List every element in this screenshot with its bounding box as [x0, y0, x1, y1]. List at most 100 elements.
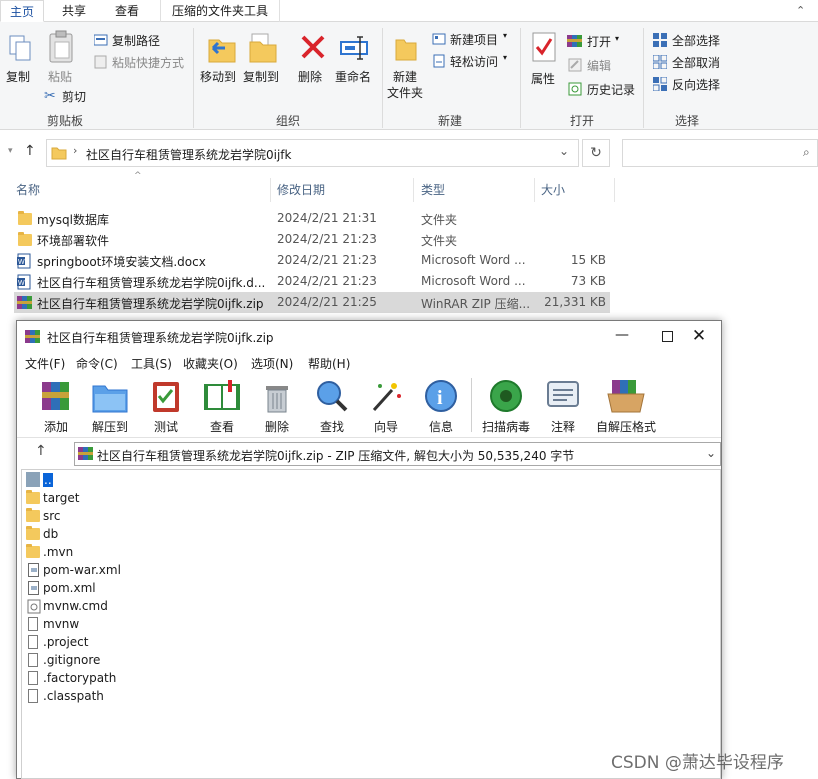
- item-name: .gitignore: [43, 653, 101, 667]
- ribbon: 复制 粘贴 复制路径 粘贴快捷方式 ✂ 剪切 剪贴板 移动到 复制到 删除 重命…: [0, 22, 818, 130]
- cut-button[interactable]: 剪切: [62, 88, 86, 105]
- file-row-selected[interactable]: 社区自行车租赁管理系统龙岩学院0ijfk.zip 2024/2/21 21:25…: [14, 292, 610, 313]
- add-archive-icon: [42, 382, 69, 410]
- refresh-button[interactable]: ↻: [582, 139, 610, 167]
- file-row[interactable]: mysql数据库 2024/2/21 21:31 文件夹: [14, 208, 610, 229]
- file-row[interactable]: W 社区自行车租赁管理系统龙岩学院0ijfk.d... 2024/2/21 21…: [14, 271, 610, 292]
- chevron-down-icon[interactable]: ▾: [503, 53, 507, 62]
- new-folder-button-line2[interactable]: 文件夹: [387, 84, 423, 101]
- close-button[interactable]: ✕: [677, 321, 721, 352]
- file-name: 社区自行车租赁管理系统龙岩学院0ijfk.d...: [37, 276, 266, 290]
- easy-access-button[interactable]: 轻松访问: [450, 53, 498, 70]
- new-folder-button[interactable]: 新建: [393, 68, 417, 85]
- menu-options[interactable]: 选项(N): [251, 355, 293, 372]
- group-label-select: 选择: [674, 114, 699, 128]
- edit-icon: [568, 58, 582, 75]
- sfx-button[interactable]: 自解压格式: [596, 378, 656, 434]
- up-arrow-icon[interactable]: ↑: [24, 143, 36, 159]
- history-button[interactable]: 历史记录: [587, 81, 635, 98]
- minimize-button[interactable]: —: [599, 321, 645, 352]
- tab-home[interactable]: 主页: [0, 0, 44, 22]
- edit-button[interactable]: 编辑: [587, 57, 611, 74]
- comment-button[interactable]: 注释: [534, 378, 592, 434]
- copy-path-button[interactable]: 复制路径: [112, 32, 160, 49]
- recent-locations-icon[interactable]: ▾: [8, 146, 13, 156]
- add-button[interactable]: 添加: [27, 378, 85, 434]
- paste-shortcut-button[interactable]: 粘贴快捷方式: [112, 54, 184, 71]
- menu-tools[interactable]: 工具(S): [131, 355, 172, 372]
- properties-icon: [532, 32, 556, 65]
- view-button[interactable]: 查看: [193, 378, 251, 434]
- group-divider: [643, 28, 644, 128]
- menu-commands[interactable]: 命令(C): [76, 355, 118, 372]
- test-button[interactable]: 测试: [137, 378, 195, 434]
- tab-compressed-folder-tools[interactable]: 压缩的文件夹工具: [160, 0, 280, 22]
- rename-icon: [340, 36, 370, 63]
- file-icon: [28, 635, 38, 649]
- file-size: 21,331 KB: [544, 295, 606, 309]
- winrar-open-icon: [567, 34, 583, 51]
- open-button[interactable]: 打开: [587, 33, 611, 50]
- scan-virus-button[interactable]: 扫描病毒: [477, 378, 535, 434]
- tab-share[interactable]: 共享: [46, 0, 102, 22]
- path-dropdown-icon[interactable]: ⌄: [706, 446, 716, 460]
- menu-help[interactable]: 帮助(H): [308, 355, 350, 372]
- info-button[interactable]: i 信息: [412, 378, 470, 434]
- select-all-button[interactable]: 全部选择: [672, 32, 720, 49]
- column-header-size[interactable]: 大小: [541, 181, 565, 198]
- copy-to-button[interactable]: 复制到: [243, 68, 279, 85]
- column-divider[interactable]: [413, 178, 414, 202]
- extract-to-button[interactable]: 解压到: [81, 378, 139, 434]
- paste-icon: [48, 30, 74, 67]
- find-button[interactable]: 查找: [303, 378, 361, 434]
- file-size: 73 KB: [570, 274, 606, 288]
- delete-button[interactable]: 删除: [298, 68, 322, 85]
- group-label-organize: 组织: [275, 114, 300, 128]
- column-divider[interactable]: [534, 178, 535, 202]
- tab-view[interactable]: 查看: [104, 0, 150, 22]
- winrar-title-bar[interactable]: 社区自行车租赁管理系统龙岩学院0ijfk.zip — ✕: [17, 321, 721, 352]
- properties-button[interactable]: 属性: [531, 70, 555, 87]
- column-header-type[interactable]: 类型: [421, 181, 445, 198]
- chevron-down-icon[interactable]: ▾: [503, 31, 507, 40]
- file-row[interactable]: 环境部署软件 2024/2/21 21:23 文件夹: [14, 229, 610, 250]
- minimize-icon: —: [615, 327, 629, 343]
- watermark: CSDN @萧达毕设程序: [611, 753, 784, 773]
- sort-ascending-icon: ^: [134, 171, 142, 181]
- file-type: WinRAR ZIP 压缩...: [421, 297, 531, 311]
- column-header-date[interactable]: 修改日期: [277, 181, 325, 198]
- new-item-button[interactable]: 新建项目: [450, 31, 498, 48]
- winrar-window: 社区自行车租赁管理系统龙岩学院0ijfk.zip — ✕ 文件(F) 命令(C)…: [16, 320, 722, 779]
- file-row[interactable]: W springboot环境安装文档.docx 2024/2/21 21:23 …: [14, 250, 610, 271]
- new-folder-icon: [394, 34, 418, 65]
- column-divider[interactable]: [614, 178, 615, 202]
- delete-button[interactable]: 删除: [248, 378, 306, 434]
- menu-file[interactable]: 文件(F): [25, 355, 65, 372]
- address-dropdown-icon[interactable]: ⌄: [559, 144, 569, 158]
- item-name: .classpath: [43, 689, 104, 703]
- archive-path-bar[interactable]: 社区自行车租赁管理系统龙岩学院0ijfk.zip - ZIP 压缩文件, 解包大…: [74, 442, 721, 466]
- column-divider[interactable]: [270, 178, 271, 202]
- select-none-button[interactable]: 全部取消: [672, 54, 720, 71]
- menu-favorites[interactable]: 收藏夹(O): [183, 355, 238, 372]
- up-one-level-icon[interactable]: ↑: [35, 443, 47, 459]
- file-icon: [28, 617, 38, 631]
- invert-selection-button[interactable]: 反向选择: [672, 76, 720, 93]
- wizard-button[interactable]: 向导: [357, 378, 415, 434]
- paste-button[interactable]: 粘贴: [48, 68, 72, 85]
- item-name: mvnw.cmd: [43, 599, 108, 613]
- move-to-icon: [207, 32, 237, 67]
- xml-file-icon: [28, 581, 39, 595]
- file-type: 文件夹: [421, 234, 458, 248]
- copy-button[interactable]: 复制: [6, 68, 30, 85]
- chevron-up-icon[interactable]: ⌃: [796, 4, 805, 17]
- item-name: .factorypath: [43, 671, 117, 685]
- search-input[interactable]: ⌕: [622, 139, 818, 167]
- chevron-down-icon[interactable]: ▾: [615, 34, 619, 43]
- move-to-button[interactable]: 移动到: [200, 68, 236, 85]
- window-title: 社区自行车租赁管理系统龙岩学院0ijfk.zip: [47, 331, 274, 345]
- column-header-name[interactable]: 名称: [16, 181, 40, 198]
- address-bar[interactable]: › 社区自行车租赁管理系统龙岩学院0ijfk ⌄: [46, 139, 579, 167]
- file-date: 2024/2/21 21:23: [277, 232, 377, 246]
- rename-button[interactable]: 重命名: [335, 68, 371, 85]
